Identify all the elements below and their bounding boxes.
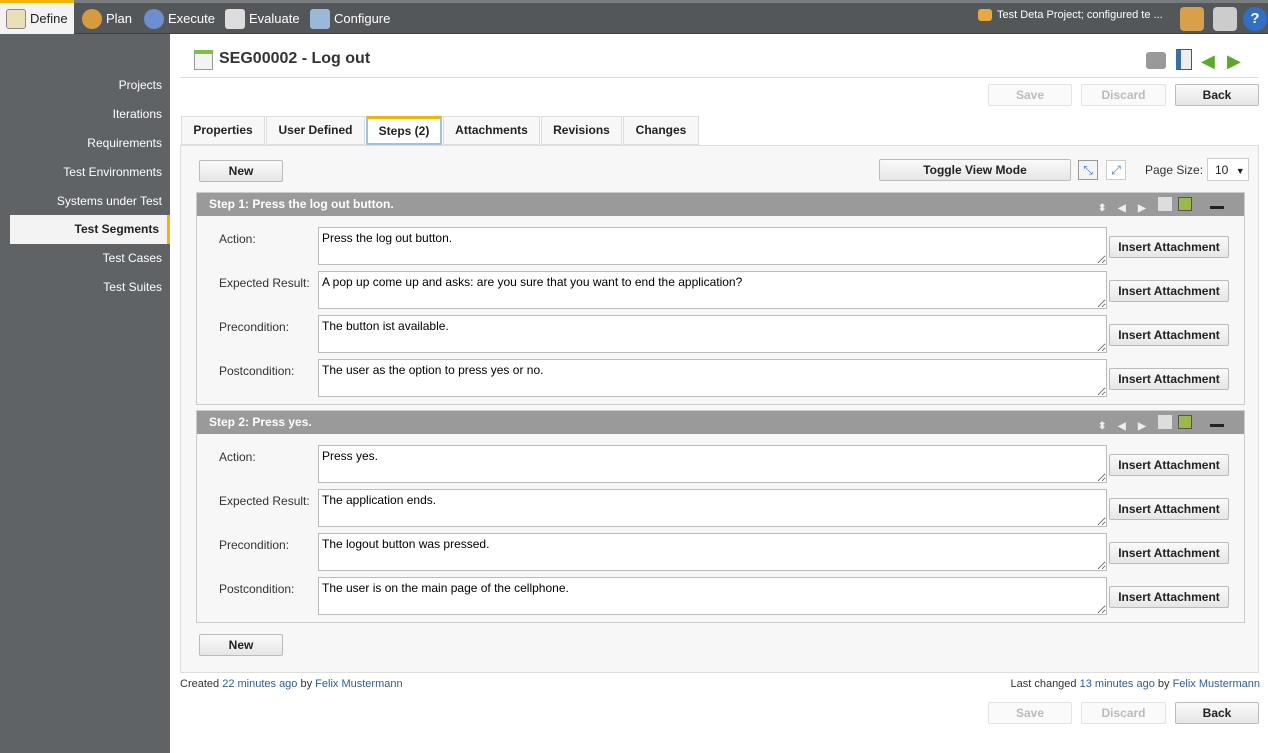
pre-field[interactable]: The logout button was pressed. <box>318 533 1107 571</box>
nav-plan[interactable]: Plan <box>76 3 138 34</box>
action-label: Action: <box>219 232 256 246</box>
nav-execute[interactable]: Execute <box>138 3 221 34</box>
step-header[interactable]: Step 2: Press yes. ⬍ ◀ ▶ <box>197 411 1244 434</box>
insert-after-icon[interactable]: ▶ <box>1138 197 1152 214</box>
tab-revisions[interactable]: Revisions <box>541 116 622 145</box>
insert-attachment-button[interactable]: Insert Attachment <box>1109 454 1229 476</box>
collapse-icon[interactable] <box>1210 418 1224 427</box>
move-updown-icon[interactable]: ⬍ <box>1098 197 1112 214</box>
post-label: Postcondition: <box>219 364 295 378</box>
tab-steps[interactable]: Steps (2) <box>366 116 442 145</box>
history-icon[interactable] <box>1213 7 1237 31</box>
toggle-view-mode-button[interactable]: Toggle View Mode <box>879 159 1071 181</box>
move-updown-icon[interactable]: ⬍ <box>1098 415 1112 432</box>
print-icon[interactable] <box>1146 52 1166 69</box>
segment-icon <box>194 50 213 70</box>
action-field[interactable]: Press the log out button. <box>318 227 1107 265</box>
expected-field[interactable]: The application ends. <box>318 489 1107 527</box>
tab-properties[interactable]: Properties <box>181 116 265 145</box>
top-bar: Define Plan Execute Evaluate Configure T… <box>0 0 1268 34</box>
gear-icon <box>144 8 164 29</box>
tab-user-defined[interactable]: User Defined <box>266 116 365 145</box>
sidebar-item-systems-under-test[interactable]: Systems under Test <box>10 187 170 216</box>
archive-delete-icon[interactable] <box>1178 197 1192 211</box>
collapse-all-icon[interactable]: ⤡ <box>1078 160 1098 180</box>
page-title: SEG00002 - Log out <box>219 50 371 67</box>
sidebar-item-iterations[interactable]: Iterations <box>10 100 170 129</box>
bookmark-icon[interactable] <box>1176 49 1192 70</box>
insert-after-icon[interactable]: ▶ <box>1138 415 1152 432</box>
archive-delete-icon[interactable] <box>1178 415 1192 429</box>
previous-arrow-icon[interactable]: ◀ <box>1201 51 1215 72</box>
sidebar: Projects Iterations Requirements Test En… <box>0 34 170 753</box>
insert-before-icon[interactable]: ◀ <box>1118 197 1132 214</box>
sidebar-item-test-segments[interactable]: Test Segments <box>10 215 170 244</box>
help-icon[interactable]: ? <box>1243 7 1267 31</box>
discard-button-bottom[interactable]: Discard <box>1081 702 1166 724</box>
insert-attachment-button[interactable]: Insert Attachment <box>1109 236 1229 258</box>
insert-attachment-button[interactable]: Insert Attachment <box>1109 368 1229 390</box>
copy-icon[interactable] <box>1158 197 1172 211</box>
report-chart-icon <box>225 8 245 29</box>
post-field[interactable]: The user as the option to press yes or n… <box>318 359 1107 397</box>
new-step-button[interactable]: New <box>199 160 283 182</box>
back-button[interactable]: Back <box>1175 84 1259 106</box>
insert-attachment-button[interactable]: Insert Attachment <box>1109 280 1229 302</box>
sidebar-item-test-cases[interactable]: Test Cases <box>10 244 170 273</box>
created-time-link[interactable]: 22 minutes ago <box>222 678 297 690</box>
insert-attachment-button[interactable]: Insert Attachment <box>1109 542 1229 564</box>
changed-user-link[interactable]: Felix Mustermann <box>1173 678 1260 690</box>
action-label: Action: <box>219 450 256 464</box>
expected-label: Expected Result: <box>219 276 310 290</box>
pre-field[interactable]: The button ist available. <box>318 315 1107 353</box>
divider <box>180 77 1259 78</box>
insert-attachment-button[interactable]: Insert Attachment <box>1109 498 1229 520</box>
page-size-label: Page Size: <box>1145 163 1204 177</box>
project-selector[interactable]: Test Deta Project; configured te ... <box>978 9 1163 21</box>
insert-attachment-button[interactable]: Insert Attachment <box>1109 324 1229 346</box>
notepad-pencil-icon <box>6 8 26 29</box>
post-label: Postcondition: <box>219 582 295 596</box>
save-button[interactable]: Save <box>988 84 1072 106</box>
step-header[interactable]: Step 1: Press the log out button. ⬍ ◀ ▶ <box>197 193 1244 216</box>
tab-changes[interactable]: Changes <box>623 116 699 145</box>
sidebar-item-test-environments[interactable]: Test Environments <box>10 158 170 187</box>
step-block: Step 1: Press the log out button. ⬍ ◀ ▶ Act… <box>196 192 1245 405</box>
created-user-link[interactable]: Felix Mustermann <box>315 678 402 690</box>
changed-time-link[interactable]: 13 minutes ago <box>1080 678 1155 690</box>
nav-define[interactable]: Define <box>0 0 74 34</box>
sidebar-item-projects[interactable]: Projects <box>10 71 170 100</box>
tools-icon <box>310 8 330 29</box>
box-icon <box>978 9 992 21</box>
expected-field[interactable]: A pop up come up and asks: are you sure … <box>318 271 1107 309</box>
insert-attachment-button[interactable]: Insert Attachment <box>1109 586 1229 608</box>
created-info: Created 22 minutes ago by Felix Musterma… <box>180 678 403 690</box>
dropdown-arrow-icon: ▼ <box>1235 166 1245 176</box>
back-button-bottom[interactable]: Back <box>1175 702 1259 724</box>
insert-before-icon[interactable]: ◀ <box>1118 415 1132 432</box>
sidebar-item-requirements[interactable]: Requirements <box>10 129 170 158</box>
changed-info: Last changed 13 minutes ago by Felix Mus… <box>1010 678 1260 690</box>
expected-label: Expected Result: <box>219 494 310 508</box>
pre-label: Precondition: <box>219 538 290 552</box>
nav-configure[interactable]: Configure <box>304 3 396 34</box>
copy-icon[interactable] <box>1158 415 1172 429</box>
nav-evaluate[interactable]: Evaluate <box>219 3 306 34</box>
sidebar-item-test-suites[interactable]: Test Suites <box>10 273 170 302</box>
collapse-icon[interactable] <box>1210 200 1224 209</box>
save-button-bottom[interactable]: Save <box>988 702 1072 724</box>
pre-label: Precondition: <box>219 320 290 334</box>
post-field[interactable]: The user is on the main page of the cell… <box>318 577 1107 615</box>
discard-button[interactable]: Discard <box>1081 84 1166 106</box>
tab-attachments[interactable]: Attachments <box>443 116 540 145</box>
new-step-button-bottom[interactable]: New <box>199 634 283 656</box>
expand-all-icon[interactable]: ⤢ <box>1106 160 1126 180</box>
people-icon <box>82 8 102 29</box>
project-search-icon[interactable] <box>1180 7 1204 31</box>
page-size-select[interactable]: 10 ▼ <box>1207 158 1249 181</box>
step-block: Step 2: Press yes. ⬍ ◀ ▶ Action: Press yes.… <box>196 410 1245 623</box>
action-field[interactable]: Press yes. <box>318 445 1107 483</box>
next-arrow-icon[interactable]: ▶ <box>1227 51 1241 72</box>
